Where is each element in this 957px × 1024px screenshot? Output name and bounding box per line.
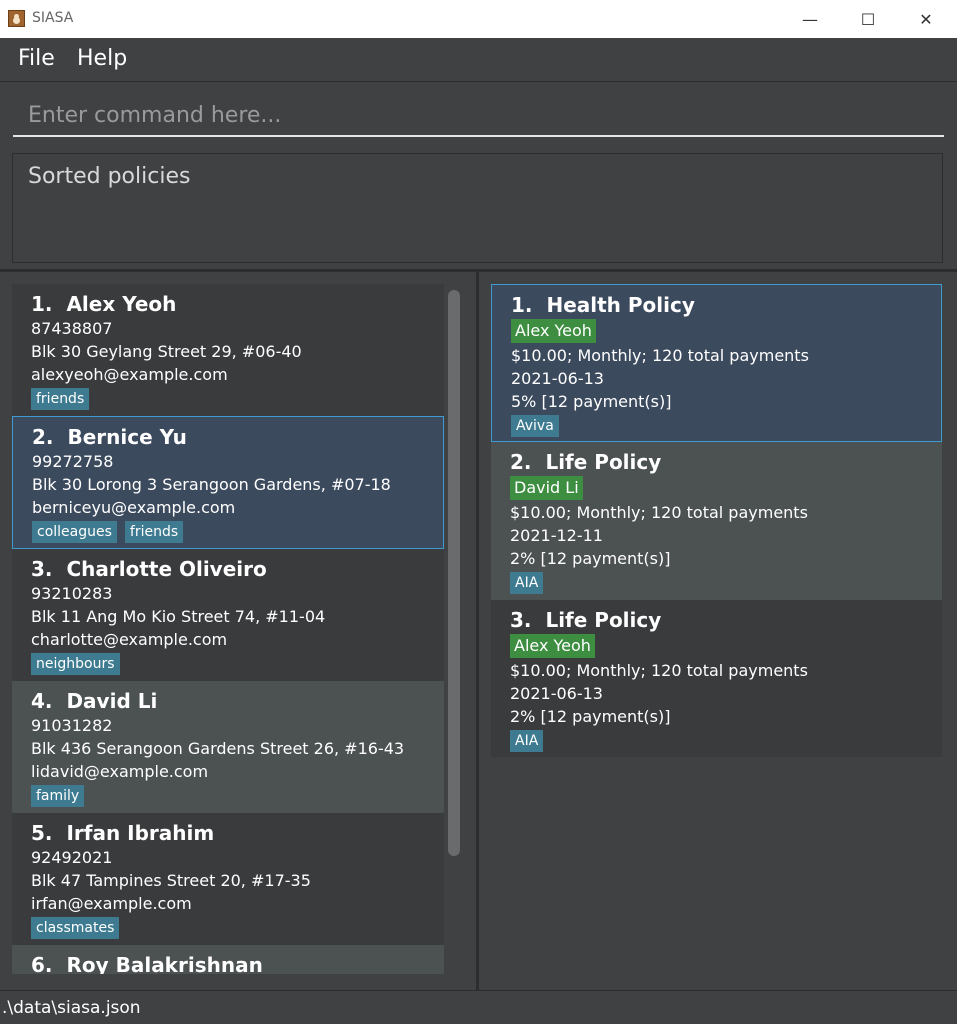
result-text: Sorted policies <box>28 164 191 189</box>
person-tag: classmates <box>31 917 120 939</box>
person-phone: 99272758 <box>32 452 114 471</box>
person-phone: 87438807 <box>31 319 113 338</box>
close-button[interactable]: ✕ <box>897 0 955 38</box>
person-address: Blk 436 Serangoon Gardens Street 26, #16… <box>31 739 405 758</box>
person-card[interactable]: 4. David Li 91031282 Blk 436 Serangoon G… <box>12 681 444 813</box>
person-tag: colleagues <box>32 521 117 543</box>
person-address: Blk 30 Lorong 3 Serangoon Gardens, #07-1… <box>32 475 391 494</box>
policy-company-tag: Aviva <box>511 415 559 437</box>
policy-title: 3. Life Policy <box>510 608 662 632</box>
policy-title: 2. Life Policy <box>510 450 662 474</box>
policy-commission: 5% [12 payment(s)] <box>511 392 672 411</box>
command-input[interactable] <box>13 95 944 137</box>
policy-company-tag: AIA <box>510 730 544 752</box>
person-phone: 92492021 <box>31 848 113 867</box>
menu-help[interactable]: Help <box>77 46 127 71</box>
person-tag: family <box>31 785 85 807</box>
person-list[interactable]: 1. Alex Yeoh 87438807 Blk 30 Geylang Str… <box>12 284 444 974</box>
title-bar: SIASA — ☐ ✕ <box>0 0 957 38</box>
status-bar: .\data\siasa.json <box>0 990 957 1024</box>
policy-payment: $10.00; Monthly; 120 total payments <box>511 346 809 365</box>
app-icon <box>8 10 25 27</box>
person-phone: 93210283 <box>31 584 113 603</box>
person-email: lidavid@example.com <box>31 762 209 781</box>
status-file-path: .\data\siasa.json <box>2 998 141 1018</box>
command-box <box>0 82 957 146</box>
policy-title: 1. Health Policy <box>511 293 695 317</box>
person-tag: friends <box>124 521 184 543</box>
maximize-button[interactable]: ☐ <box>839 0 897 38</box>
person-email: charlotte@example.com <box>31 630 228 649</box>
policy-payment: $10.00; Monthly; 120 total payments <box>510 661 808 680</box>
person-name: 6. Roy Balakrishnan <box>31 953 263 974</box>
policy-owner-tag: David Li <box>510 476 583 500</box>
person-card[interactable]: 2. Bernice Yu 99272758 Blk 30 Lorong 3 S… <box>12 416 444 549</box>
policy-date: 2021-12-11 <box>510 526 603 545</box>
person-email: alexyeoh@example.com <box>31 365 228 384</box>
person-name: 3. Charlotte Oliveiro <box>31 557 267 581</box>
person-card[interactable]: 1. Alex Yeoh 87438807 Blk 30 Geylang Str… <box>12 284 444 416</box>
result-display: Sorted policies <box>12 153 943 263</box>
policy-owner-tag: Alex Yeoh <box>511 319 596 343</box>
policy-card[interactable]: 3. Life Policy Alex Yeoh $10.00; Monthly… <box>491 600 942 757</box>
menu-file[interactable]: File <box>18 46 55 71</box>
policy-card[interactable]: 1. Health Policy Alex Yeoh $10.00; Month… <box>491 284 942 442</box>
person-list-scrollbar[interactable] <box>448 290 460 856</box>
person-card[interactable]: 6. Roy Balakrishnan <box>12 945 444 974</box>
policy-payment: $10.00; Monthly; 120 total payments <box>510 503 808 522</box>
person-tag: friends <box>31 388 90 410</box>
window-title: SIASA <box>32 10 74 26</box>
person-phone: 91031282 <box>31 716 113 735</box>
person-email: berniceyu@example.com <box>32 498 236 517</box>
policy-company-tag: AIA <box>510 572 544 594</box>
policy-date: 2021-06-13 <box>510 684 603 703</box>
person-name: 4. David Li <box>31 689 158 713</box>
person-card[interactable]: 5. Irfan Ibrahim 92492021 Blk 47 Tampine… <box>12 813 444 945</box>
person-name: 5. Irfan Ibrahim <box>31 821 215 845</box>
person-address: Blk 30 Geylang Street 29, #06-40 <box>31 342 302 361</box>
policy-card[interactable]: 2. Life Policy David Li $10.00; Monthly;… <box>491 442 942 600</box>
policy-list-panel: 1. Health Policy Alex Yeoh $10.00; Month… <box>479 272 957 990</box>
person-name: 1. Alex Yeoh <box>31 292 177 316</box>
policy-list[interactable]: 1. Health Policy Alex Yeoh $10.00; Month… <box>491 284 942 964</box>
person-email: irfan@example.com <box>31 894 192 913</box>
person-address: Blk 47 Tampines Street 20, #17-35 <box>31 871 311 890</box>
policy-commission: 2% [12 payment(s)] <box>510 549 671 568</box>
menu-bar: File Help <box>0 38 957 82</box>
person-address: Blk 11 Ang Mo Kio Street 74, #11-04 <box>31 607 326 626</box>
person-list-panel: 1. Alex Yeoh 87438807 Blk 30 Geylang Str… <box>0 272 476 990</box>
person-card[interactable]: 3. Charlotte Oliveiro 93210283 Blk 11 An… <box>12 549 444 681</box>
policy-commission: 2% [12 payment(s)] <box>510 707 671 726</box>
policy-owner-tag: Alex Yeoh <box>510 634 595 658</box>
minimize-button[interactable]: — <box>781 0 839 38</box>
policy-date: 2021-06-13 <box>511 369 604 388</box>
person-name: 2. Bernice Yu <box>32 425 187 449</box>
person-tag: neighbours <box>31 653 120 675</box>
